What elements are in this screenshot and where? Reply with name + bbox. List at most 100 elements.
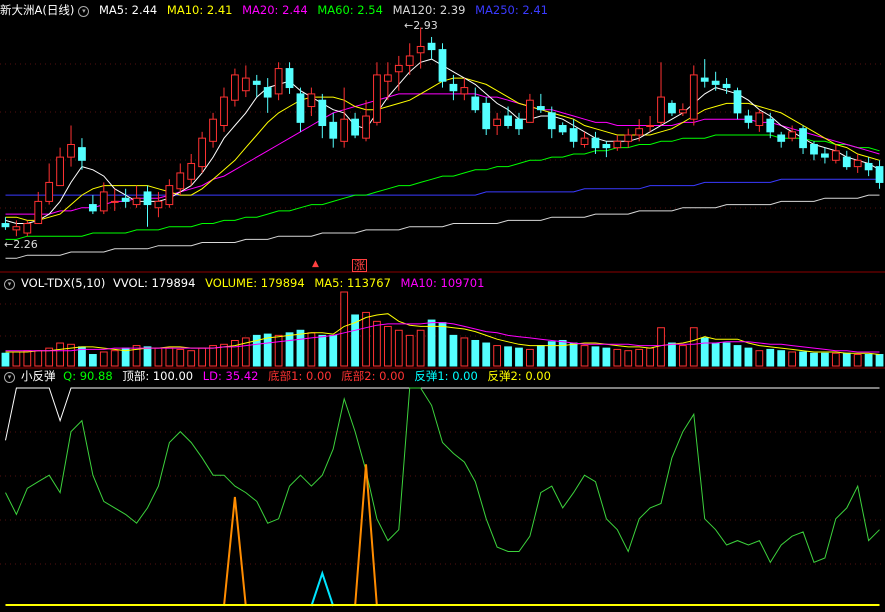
candle-body-79 xyxy=(864,162,873,171)
volume-bar-13 xyxy=(143,346,152,367)
volume-bar-21 xyxy=(231,339,239,367)
volume-label: VOLUME: 179894 xyxy=(205,276,305,290)
volume-bar-77 xyxy=(842,352,851,367)
indicator-settings-icon[interactable]: ▾ xyxy=(4,372,15,383)
candle-body-45 xyxy=(493,118,502,127)
rise-marker: 涨 xyxy=(352,259,367,272)
volume-bar-76 xyxy=(831,352,840,367)
volume-bar-69 xyxy=(755,350,764,367)
top-label: 顶部: 100.00 xyxy=(122,369,194,383)
volume-bar-26 xyxy=(285,332,294,367)
ma60-label: MA60: 2.54 xyxy=(317,3,383,17)
high-price-value: 2.93 xyxy=(413,19,438,32)
volume-bar-18 xyxy=(198,347,207,367)
volume-bar-66 xyxy=(722,342,731,367)
candle-body-20 xyxy=(220,96,228,127)
candle-body-1 xyxy=(12,226,21,231)
candle-body-51 xyxy=(558,125,567,133)
volume-bar-47 xyxy=(515,347,523,367)
volume-bar-60 xyxy=(657,327,665,367)
price-header: 新大洲A(日线) ▾ MA5: 2.44 MA10: 2.41 MA20: 2.4… xyxy=(0,3,554,17)
volume-settings-icon[interactable]: ▾ xyxy=(4,279,15,290)
settings-icon[interactable]: ▾ xyxy=(78,6,90,17)
candle-body-32 xyxy=(351,118,359,136)
low-price-arrow: ← xyxy=(4,238,14,251)
candle-body-28 xyxy=(307,93,316,108)
candle-body-44 xyxy=(482,102,491,130)
candle-body-46 xyxy=(504,115,512,127)
volume-bar-33 xyxy=(362,311,370,367)
volume-bar-61 xyxy=(668,342,676,367)
volume-bar-16 xyxy=(176,348,185,367)
volume-bar-46 xyxy=(504,346,512,367)
candle-body-80 xyxy=(875,166,884,183)
volume-bar-36 xyxy=(394,329,403,367)
candle-body-41 xyxy=(449,83,458,92)
candle-body-61 xyxy=(668,102,676,114)
rebound2-label: 反弹2: 0.00 xyxy=(487,369,551,383)
volume-bar-80 xyxy=(875,354,884,367)
volume-bar-39 xyxy=(427,319,436,367)
candle-body-7 xyxy=(78,147,86,161)
volume-bar-71 xyxy=(777,350,786,367)
signal-spike-0 xyxy=(223,496,247,607)
candle-body-48 xyxy=(526,99,534,123)
candle-body-17 xyxy=(187,162,196,180)
candle-body-34 xyxy=(373,74,381,123)
volume-bar-25 xyxy=(274,334,283,367)
candle-body-72 xyxy=(788,131,797,139)
volume-bar-74 xyxy=(810,352,818,367)
candle-body-60 xyxy=(657,96,665,123)
candle-body-66 xyxy=(722,83,731,89)
ma10-label: MA10: 2.41 xyxy=(166,3,233,17)
candle-body-59 xyxy=(646,125,654,128)
candle-body-12 xyxy=(132,197,141,206)
low-price-value: 2.26 xyxy=(13,238,38,251)
candle-body-40 xyxy=(438,49,447,82)
volume-bar-59 xyxy=(646,347,654,367)
volume-bar-70 xyxy=(766,348,775,367)
candle-body-55 xyxy=(602,143,611,149)
candle-body-58 xyxy=(635,128,644,136)
volume-bar-75 xyxy=(821,352,829,367)
vol-ma10-label: MA10: 109701 xyxy=(400,276,485,290)
volume-bar-79 xyxy=(864,354,873,367)
candle-body-21 xyxy=(231,74,239,101)
candle-body-63 xyxy=(689,74,698,120)
bottom1-label: 底部1: 0.00 xyxy=(268,369,332,383)
volume-bar-51 xyxy=(558,339,567,367)
volume-bar-63 xyxy=(689,327,698,367)
volume-bar-0 xyxy=(1,352,10,367)
candle-body-57 xyxy=(624,134,633,142)
candle-body-37 xyxy=(405,55,414,66)
volume-bar-78 xyxy=(853,354,862,367)
volume-bar-8 xyxy=(88,354,97,367)
candle-body-42 xyxy=(460,87,469,95)
indicator-header: ▾ 小反弹 Q: 90.88 顶部: 100.00 LD: 35.42 底部1: … xyxy=(0,369,557,383)
volume-bar-2 xyxy=(23,350,32,367)
indicator-title: 小反弹 xyxy=(21,369,56,383)
candle-body-13 xyxy=(143,191,152,206)
candle-body-4 xyxy=(45,181,54,202)
candle-body-0 xyxy=(1,223,10,228)
candle-body-64 xyxy=(700,77,709,82)
candle-body-65 xyxy=(711,80,720,85)
candle-body-71 xyxy=(777,134,786,142)
candle-body-67 xyxy=(733,90,742,114)
candle-body-69 xyxy=(755,112,764,127)
volume-header: ▾ VOL-TDX(5,10) VVOL: 179894 VOLUME: 1798… xyxy=(0,276,490,290)
candle-body-50 xyxy=(547,112,556,130)
volume-bar-27 xyxy=(296,329,305,367)
volume-bar-38 xyxy=(416,329,425,367)
volume-bar-3 xyxy=(34,350,43,367)
volume-bar-64 xyxy=(700,337,709,367)
candle-body-2 xyxy=(23,223,32,234)
candle-body-73 xyxy=(799,128,807,149)
volume-bar-37 xyxy=(405,334,414,367)
candle-body-62 xyxy=(678,109,687,114)
ma20-label: MA20: 2.44 xyxy=(242,3,308,17)
high-price-arrow: ← xyxy=(404,19,414,32)
volume-bar-67 xyxy=(733,345,742,367)
volume-bar-49 xyxy=(536,345,545,367)
stock-chart[interactable] xyxy=(0,0,885,612)
